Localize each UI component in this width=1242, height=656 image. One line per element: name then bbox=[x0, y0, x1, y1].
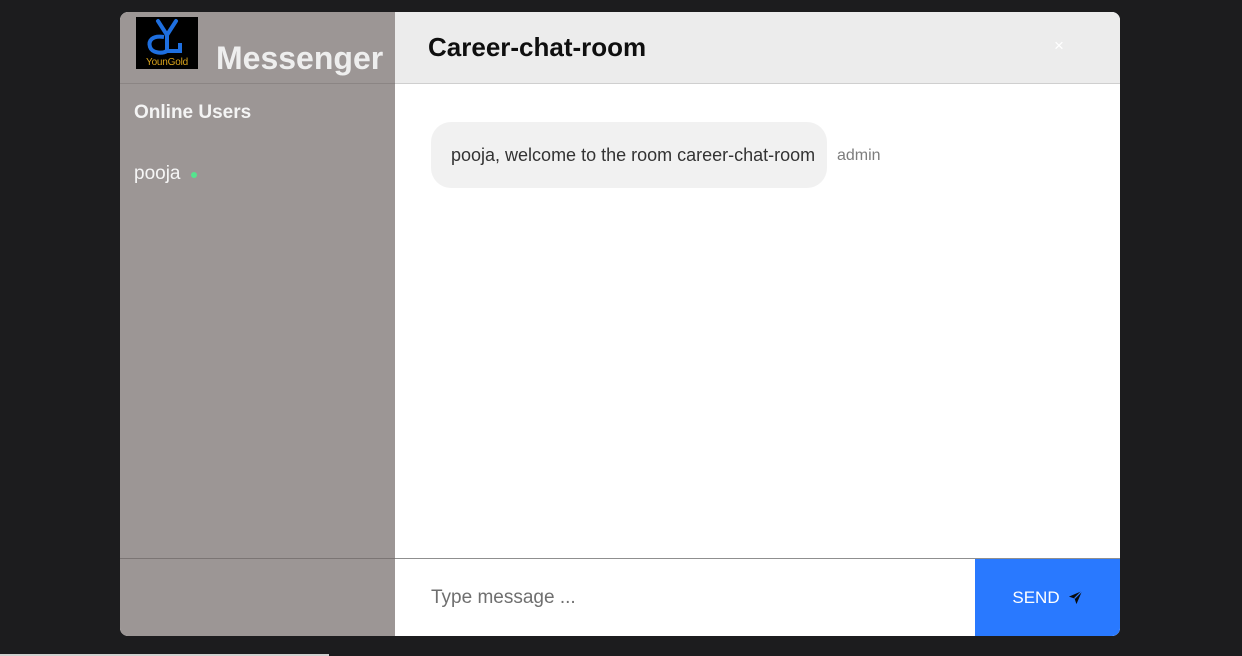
room-title: Career-chat-room bbox=[428, 32, 647, 62]
sidebar: YounGold Messenger Online Users pooja bbox=[120, 12, 395, 636]
logo-mark-icon bbox=[147, 19, 182, 55]
sidebar-header: YounGold Messenger bbox=[120, 12, 395, 84]
brand-logo: YounGold bbox=[136, 17, 198, 69]
message-list: pooja, welcome to the room career-chat-r… bbox=[395, 84, 1120, 558]
messenger-app: YounGold Messenger Online Users pooja Ca… bbox=[120, 12, 1120, 636]
sidebar-footer bbox=[120, 558, 395, 636]
close-button[interactable]: × bbox=[1050, 34, 1068, 58]
user-name: pooja bbox=[134, 163, 181, 184]
online-status-dot bbox=[190, 172, 197, 178]
chat-header: Career-chat-room × bbox=[395, 12, 1120, 84]
paper-plane-icon bbox=[1068, 590, 1083, 605]
message-input[interactable] bbox=[395, 559, 975, 636]
message-bubble: pooja, welcome to the room career-chat-r… bbox=[431, 122, 827, 188]
send-label: SEND bbox=[1012, 587, 1060, 607]
logo-text: YounGold bbox=[146, 57, 188, 68]
send-button[interactable]: SEND bbox=[975, 559, 1120, 636]
app-title: Messenger bbox=[216, 40, 384, 76]
message-author: admin bbox=[837, 147, 881, 164]
message-composer: SEND bbox=[395, 558, 1120, 636]
online-user-item[interactable]: pooja bbox=[134, 163, 197, 185]
online-users-heading: Online Users bbox=[134, 102, 252, 123]
